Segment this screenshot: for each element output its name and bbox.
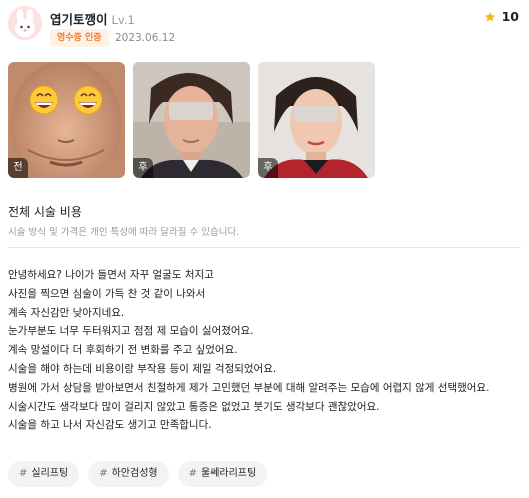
author-level: Lv.1 — [111, 13, 135, 27]
rabbit-avatar-icon[interactable] — [8, 6, 42, 40]
review-line: 계속 자신감만 낮아지네요. — [8, 306, 125, 319]
tag-lower-blepharoplasty[interactable]: # 하안검성형 — [88, 461, 169, 487]
photo-gallery: 전 후 후 — [8, 62, 375, 178]
review-line: 시술을 해야 하는데 비용이랑 부작용 등이 제일 걱정되었어요. — [8, 362, 277, 375]
star-icon — [484, 11, 495, 22]
divider — [8, 247, 521, 248]
photo-tag-after-1: 후 — [133, 158, 153, 178]
photo-after-1[interactable]: 후 — [133, 62, 250, 178]
review-body: 안녕하세요? 나이가 들면서 자꾸 얼굴도 처지고 사진을 찍으면 심술이 가득… — [8, 266, 524, 435]
author-nickname[interactable]: 엽기토깽이 Lv.1 — [50, 9, 135, 28]
photo-tag-after-2: 후 — [258, 158, 278, 178]
rating: 10 — [484, 9, 519, 24]
photo-after-2[interactable]: 후 — [258, 62, 375, 178]
review-header: 엽기토깽이 Lv.1 영수증 인증 2023.06.12 10 — [8, 6, 521, 50]
receipt-verified-badge: 영수증 인증 — [50, 29, 109, 47]
review-line: 병원에 가서 상담을 받아보면서 친절하게 제가 고민했던 부분에 대해 알려주… — [8, 381, 490, 394]
review-line: 계속 망설이다 더 후회하기 전 변화를 주고 싶었어요. — [8, 344, 238, 357]
review-date: 2023.06.12 — [115, 32, 176, 44]
review-line: 시술을 하고 나서 자신감도 생기고 만족합니다. — [8, 419, 212, 432]
review-line: 안녕하세요? 나이가 들면서 자꾸 얼굴도 처지고 — [8, 269, 214, 281]
review-line: 눈가부분도 너무 두터워지고 점점 제 모습이 싫어졌어요. — [8, 325, 254, 338]
review-line: 사진을 찍으면 심술이 가득 찬 것 같이 나와서 — [8, 287, 206, 300]
photo-before[interactable]: 전 — [8, 62, 125, 178]
cost-disclaimer: 시술 방식 및 가격은 개인 특성에 따라 달라질 수 있습니다. — [8, 227, 240, 238]
photo-tag-before: 전 — [8, 158, 28, 178]
review-line: 시술시간도 생각보다 많이 걸리지 않았고 통증은 없었고 붓기도 생각보다 괜… — [8, 400, 380, 413]
rating-value: 10 — [501, 9, 519, 24]
grinning-face-emoji-icon — [29, 85, 59, 115]
treatment-tags: # 실리프팅 # 하안검성형 # 울쎄라리프팅 — [8, 461, 268, 487]
tag-thread-lifting[interactable]: # 실리프팅 — [8, 461, 80, 487]
total-cost-title: 전체 시술 비용 — [8, 205, 82, 219]
tag-ulthera-lifting[interactable]: # 울쎄라리프팅 — [177, 461, 268, 487]
